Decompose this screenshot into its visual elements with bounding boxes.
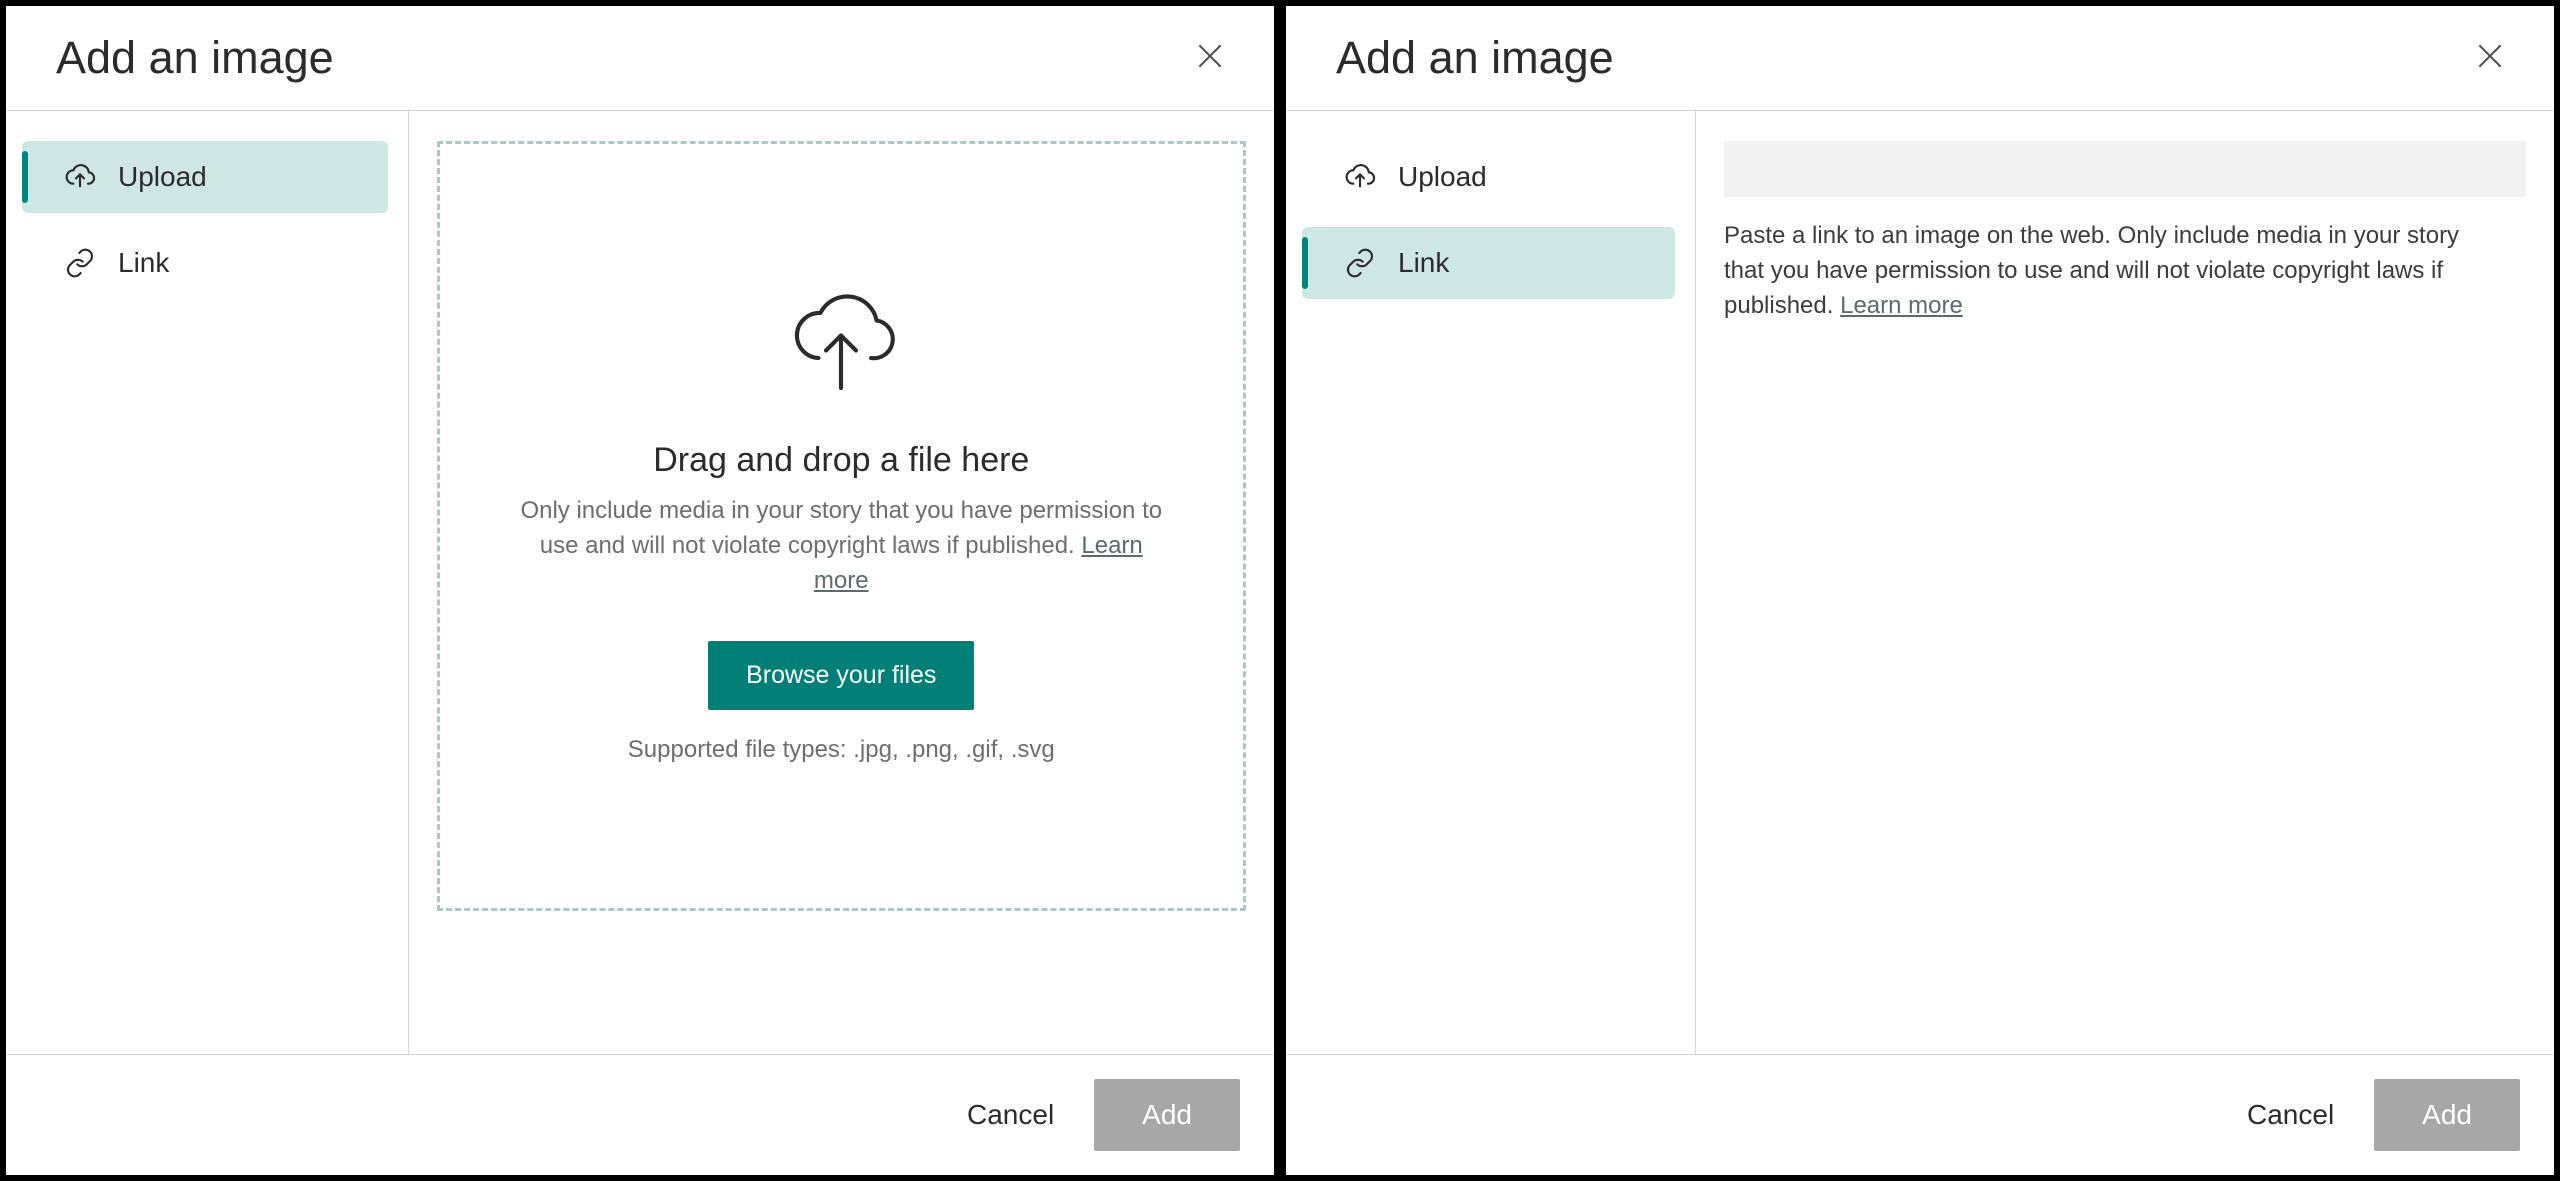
- link-help-text-body: Paste a link to an image on the web. Onl…: [1724, 222, 2459, 319]
- dropzone-subtext-text: Only include media in your story that yo…: [520, 497, 1162, 559]
- browse-files-button[interactable]: Browse your files: [708, 641, 974, 710]
- tab-link-label: Link: [1398, 247, 1449, 279]
- tab-upload[interactable]: Upload: [22, 141, 388, 213]
- add-image-dialog-upload: Add an image Upload: [4, 4, 1276, 1177]
- tab-upload-label: Upload: [118, 161, 207, 193]
- add-image-dialog-link: Add an image Upload: [1284, 4, 2556, 1177]
- tab-link-label: Link: [118, 247, 169, 279]
- dropzone-headline: Drag and drop a file here: [653, 441, 1029, 480]
- add-button[interactable]: Add: [1094, 1079, 1240, 1151]
- learn-more-link[interactable]: Learn more: [1840, 292, 1963, 319]
- dropzone-subtext: Only include media in your story that yo…: [520, 494, 1163, 598]
- link-content: Paste a link to an image on the web. Onl…: [1696, 111, 2554, 1054]
- cloud-upload-large-icon: [781, 288, 901, 403]
- dialog-body: Upload Link Paste a link to an image on …: [1286, 111, 2554, 1054]
- link-help-text: Paste a link to an image on the web. Onl…: [1724, 219, 2484, 323]
- dialog-header: Add an image: [6, 6, 1274, 111]
- cancel-button[interactable]: Cancel: [967, 1099, 1054, 1131]
- tab-link[interactable]: Link: [22, 227, 388, 299]
- supported-file-types: Supported file types: .jpg, .png, .gif, …: [628, 736, 1055, 764]
- close-button[interactable]: [1190, 38, 1230, 78]
- cloud-upload-icon: [64, 161, 96, 193]
- close-icon: [2474, 40, 2506, 77]
- cloud-upload-icon: [1344, 161, 1376, 193]
- dialog-title: Add an image: [1336, 32, 1614, 84]
- link-icon: [64, 247, 96, 279]
- close-button[interactable]: [2470, 38, 2510, 78]
- dialog-body: Upload Link: [6, 111, 1274, 1054]
- upload-content: Drag and drop a file here Only include m…: [409, 111, 1274, 1054]
- dialog-footer: Cancel Add: [1286, 1054, 2554, 1175]
- add-button[interactable]: Add: [2374, 1079, 2520, 1151]
- link-icon: [1344, 247, 1376, 279]
- sidebar: Upload Link: [6, 111, 409, 1054]
- dialog-footer: Cancel Add: [6, 1054, 1274, 1175]
- close-icon: [1194, 40, 1226, 77]
- tab-upload-label: Upload: [1398, 161, 1487, 193]
- cancel-button[interactable]: Cancel: [2247, 1099, 2334, 1131]
- image-url-input[interactable]: [1724, 141, 2526, 197]
- dialog-header: Add an image: [1286, 6, 2554, 111]
- sidebar: Upload Link: [1286, 111, 1696, 1054]
- tab-upload[interactable]: Upload: [1302, 141, 1675, 213]
- tab-link[interactable]: Link: [1302, 227, 1675, 299]
- file-dropzone[interactable]: Drag and drop a file here Only include m…: [437, 141, 1246, 911]
- dialog-title: Add an image: [56, 32, 334, 84]
